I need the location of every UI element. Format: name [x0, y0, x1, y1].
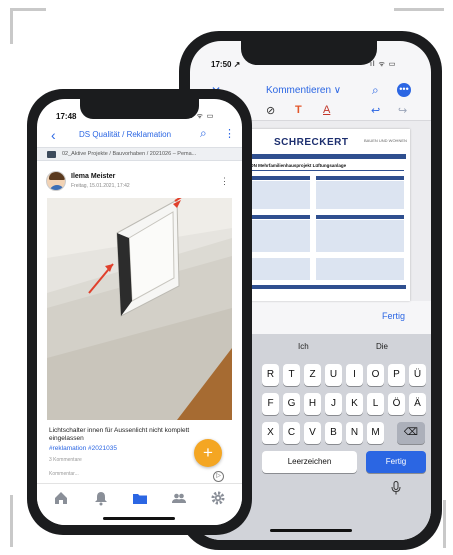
corner-mark-bottom-right	[443, 500, 446, 548]
suggestion-2[interactable]: Die	[376, 342, 388, 351]
key-f[interactable]: F	[262, 393, 279, 415]
page-title: DS Qualität / Reklamation	[79, 130, 172, 139]
key-x[interactable]: X	[262, 422, 279, 444]
home-indicator[interactable]	[103, 517, 175, 520]
key-p[interactable]: P	[388, 364, 405, 386]
status-time: 17:48	[56, 112, 77, 121]
status-time: 17:50 ↗	[211, 60, 241, 69]
search-icon[interactable]: ⌕	[372, 83, 379, 98]
search-icon[interactable]: ⌕	[200, 126, 207, 141]
corner-mark-top-left	[10, 8, 46, 11]
home-icon[interactable]	[53, 490, 69, 506]
redo-icon[interactable]: ↪	[398, 104, 407, 117]
send-icon[interactable]: ▷	[213, 471, 224, 482]
back-chevron-icon[interactable]: ‹	[51, 127, 56, 143]
key-n[interactable]: N	[346, 422, 363, 444]
corner-mark-top-right	[394, 8, 444, 11]
form-section-block	[316, 220, 404, 252]
post-comment-count[interactable]: 3 Kommentare	[49, 457, 82, 463]
home-indicator[interactable]	[270, 529, 352, 532]
post-date: Freitag, 15.01.2021, 17:42	[71, 183, 130, 189]
post-photo[interactable]	[47, 198, 232, 420]
key-r[interactable]: R	[262, 364, 279, 386]
text-tool-icon[interactable]: T	[295, 104, 302, 116]
microphone-icon-svg	[391, 481, 401, 495]
front-phone-notch	[80, 99, 199, 119]
return-key[interactable]: Fertig	[366, 451, 426, 473]
key-i[interactable]: I	[346, 364, 363, 386]
add-fab-button[interactable]: +	[194, 439, 222, 467]
post-photo-image	[47, 198, 232, 420]
avatar[interactable]	[46, 171, 66, 191]
corner-mark-top-left-v	[10, 8, 13, 44]
key-t[interactable]: T	[283, 364, 300, 386]
form-section-header	[316, 176, 404, 180]
key-h[interactable]: H	[304, 393, 321, 415]
front-phone-screen: 17:48 ıl ᯤ ▭ ‹ DS Qualität / Reklamation…	[37, 99, 242, 525]
ellipsis-icon[interactable]: •••	[397, 83, 411, 97]
key-k[interactable]: K	[346, 393, 363, 415]
key-j[interactable]: J	[325, 393, 342, 415]
document-logo: SCHRECKERT	[274, 137, 349, 148]
avatar-hair	[49, 172, 65, 180]
settings-gear-icon[interactable]	[210, 490, 226, 506]
key-g[interactable]: G	[283, 393, 300, 415]
stage: 17:50 ↗ ıl ᯤ ▭ ✕ Kommentieren ∨ ⌕ ••• ⊘ …	[0, 0, 453, 555]
corner-mark-bottom-left	[10, 495, 13, 547]
form-section-block	[316, 258, 404, 280]
comment-input[interactable]: Kommentar...	[49, 471, 79, 477]
avatar-body	[49, 185, 65, 190]
highlight-tool-icon[interactable]: A	[323, 104, 330, 116]
status-icons: ıl ᯤ ▭	[370, 61, 397, 68]
breadcrumb-path: 02_Aktive Projekte / Bauvorhaben / 20210…	[62, 151, 197, 157]
key-ae[interactable]: Ä	[409, 393, 426, 415]
notifications-bell-icon[interactable]	[93, 490, 109, 506]
space-key[interactable]: Leerzeichen	[262, 451, 357, 473]
key-o[interactable]: O	[367, 364, 384, 386]
more-vertical-icon[interactable]: ⋮	[224, 127, 235, 140]
post-author[interactable]: Ilema Meister	[71, 173, 115, 180]
delete-key-icon[interactable]: ⌫	[397, 422, 425, 444]
annotate-menu-title[interactable]: Kommentieren ∨	[266, 85, 341, 96]
key-z[interactable]: Z	[304, 364, 321, 386]
form-section-block	[316, 181, 404, 209]
microphone-icon[interactable]	[391, 481, 401, 498]
suggestion-1[interactable]: Ich	[298, 342, 309, 351]
key-b[interactable]: B	[325, 422, 342, 444]
key-l[interactable]: L	[367, 393, 384, 415]
back-phone-notch	[241, 41, 377, 65]
key-u[interactable]: U	[325, 364, 342, 386]
key-m[interactable]: M	[367, 422, 384, 444]
folder-icon	[47, 151, 56, 158]
post-options-icon[interactable]: ⋮	[220, 176, 229, 187]
post-caption: Lichtschalter innen für Aussenlicht nich…	[49, 427, 190, 442]
folder-icon[interactable]	[132, 490, 148, 506]
key-v[interactable]: V	[304, 422, 321, 444]
shape-tool-icon[interactable]: ⊘	[266, 104, 275, 117]
key-ue[interactable]: Ü	[409, 364, 426, 386]
undo-icon[interactable]: ↩	[371, 104, 380, 117]
post-hashtags[interactable]: #reklamation #2021035	[49, 445, 117, 452]
team-icon[interactable]	[171, 490, 187, 506]
breadcrumb[interactable]: 02_Aktive Projekte / Bauvorhaben / 20210…	[37, 147, 242, 161]
document-logo-secondary: BAUEN UND WOHNEN	[364, 138, 407, 143]
form-section-header	[316, 215, 404, 219]
done-button[interactable]: Fertig	[382, 311, 405, 321]
key-oe[interactable]: Ö	[388, 393, 405, 415]
key-c[interactable]: C	[283, 422, 300, 444]
